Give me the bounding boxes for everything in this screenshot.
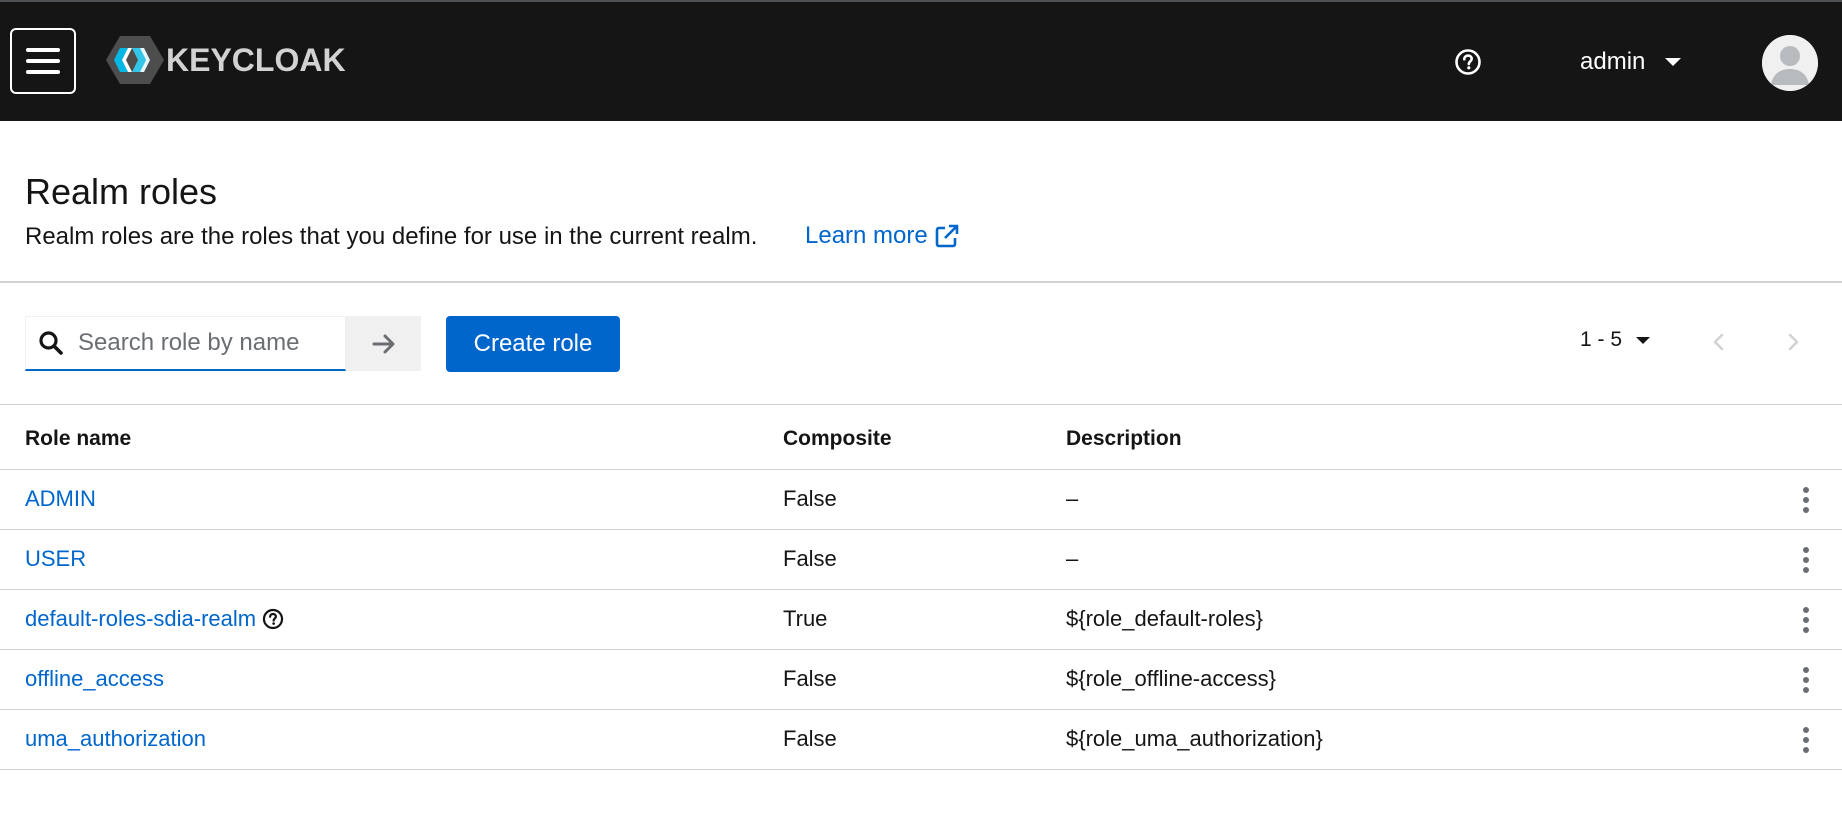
learn-more-label: Learn more <box>805 222 928 249</box>
previous-page-icon[interactable] <box>1708 328 1730 356</box>
user-avatar[interactable] <box>1762 35 1818 91</box>
role-name-link[interactable]: uma_authorization <box>25 726 206 752</box>
learn-more-link[interactable]: Learn more <box>805 222 960 250</box>
brand-name: KEYCLOAK <box>166 41 346 78</box>
composite-value: False <box>783 486 837 511</box>
description-value: ${role_default-roles} <box>1066 606 1263 631</box>
user-avatar-icon <box>1762 35 1818 91</box>
search-submit-button[interactable] <box>346 316 421 371</box>
external-link-icon <box>935 224 959 248</box>
roles-table: Role name Composite Description ADMIN Fa… <box>0 404 1842 770</box>
role-name-label: USER <box>25 546 87 571</box>
hamburger-menu-button[interactable] <box>10 28 76 94</box>
description-value: ${role_uma_authorization} <box>1066 726 1323 751</box>
row-actions-kebab-icon[interactable] <box>1796 544 1816 576</box>
user-dropdown-toggle[interactable]: admin <box>1580 42 1682 82</box>
composite-value: False <box>783 726 837 751</box>
arrow-right-icon <box>372 334 394 353</box>
caret-down-icon <box>1636 336 1651 344</box>
caret-down-icon <box>1665 58 1682 66</box>
hamburger-icon <box>26 48 60 52</box>
role-name-label: uma_authorization <box>25 726 207 751</box>
page-title: Realm roles <box>25 171 218 212</box>
pagination-per-page-toggle[interactable]: 1 - 5 <box>1580 328 1651 352</box>
column-header-composite[interactable]: Composite <box>783 427 892 451</box>
table-row: default-roles-sdia-realm True ${role_def… <box>0 590 1842 650</box>
composite-value: True <box>783 606 828 631</box>
page-header: Realm roles Realm roles are the roles th… <box>0 121 1842 283</box>
role-name-link[interactable]: ADMIN <box>25 486 96 512</box>
keycloak-logo[interactable]: KEYCLOAK <box>106 34 346 86</box>
row-actions-kebab-icon[interactable] <box>1796 724 1816 756</box>
table-row: uma_authorization False ${role_uma_autho… <box>0 710 1842 770</box>
username-label: admin <box>1580 48 1646 75</box>
table-row: USER False – <box>0 530 1842 590</box>
masthead: KEYCLOAK admin <box>0 0 1842 121</box>
role-name-label: offline_access <box>25 666 165 691</box>
composite-value: False <box>783 546 837 571</box>
role-name-link[interactable]: default-roles-sdia-realm <box>25 606 256 632</box>
page-description: Realm roles are the roles that you defin… <box>25 223 758 250</box>
question-circle-icon[interactable] <box>1454 48 1482 76</box>
description-value: – <box>1066 486 1079 511</box>
table-header-row: Role name Composite Description <box>0 404 1842 470</box>
description-value: – <box>1066 546 1079 571</box>
column-header-role-name[interactable]: Role name <box>25 427 131 451</box>
row-actions-kebab-icon[interactable] <box>1796 664 1816 696</box>
row-actions-kebab-icon[interactable] <box>1796 484 1816 516</box>
role-name-cell: default-roles-sdia-realm <box>25 606 284 632</box>
composite-value: False <box>783 666 837 691</box>
role-name-link[interactable]: USER <box>25 546 86 572</box>
question-circle-icon[interactable] <box>262 608 284 630</box>
description-value: ${role_offline-access} <box>1066 666 1276 691</box>
table-row: ADMIN False – <box>0 470 1842 530</box>
role-name-link[interactable]: offline_access <box>25 666 164 692</box>
column-header-description[interactable]: Description <box>1066 427 1182 451</box>
search-input[interactable] <box>76 328 330 358</box>
pagination-range: 1 - 5 <box>1580 328 1623 351</box>
search-box <box>25 316 346 371</box>
row-actions-kebab-icon[interactable] <box>1796 604 1816 636</box>
table-row: offline_access False ${role_offline-acce… <box>0 650 1842 710</box>
keycloak-logo-icon <box>106 36 164 84</box>
search-icon <box>39 331 63 355</box>
next-page-icon[interactable] <box>1782 328 1804 356</box>
create-role-button[interactable]: Create role <box>446 316 620 372</box>
role-name-label: ADMIN <box>25 486 96 511</box>
